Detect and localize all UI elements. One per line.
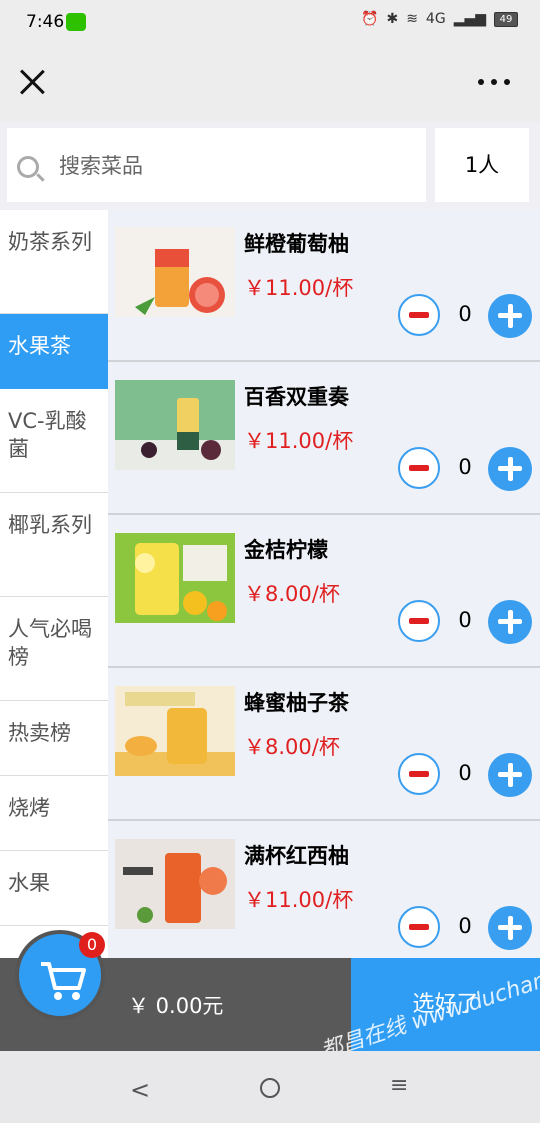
category-item-fruit[interactable]: 水果	[0, 851, 108, 926]
system-nav-bar: < ≡	[0, 1051, 540, 1123]
battery-icon: 49	[494, 11, 518, 27]
plus-button[interactable]	[488, 294, 532, 338]
search-input[interactable]	[57, 148, 421, 184]
product-price: ￥11.00/杯	[244, 276, 354, 300]
status-bar: 7:46 ⏰ ✱ ≋ 4G ▂▄▆ 49	[0, 0, 540, 44]
product-name: 金桔柠檬	[244, 538, 328, 562]
back-icon[interactable]: <	[130, 1076, 150, 1104]
product-price: ￥8.00/杯	[244, 735, 340, 759]
category-sidebar: 奶茶系列 水果茶 VC-乳酸菌 椰乳系列 人气必喝榜 热卖榜 烧烤 水果	[0, 210, 108, 960]
close-icon[interactable]	[18, 68, 46, 96]
quantity-value: 0	[458, 761, 472, 785]
status-icons: ⏰ ✱ ≋ 4G ▂▄▆ 49	[361, 11, 518, 27]
category-item-hot-sale[interactable]: 热卖榜	[0, 701, 108, 776]
cart-count-badge: 0	[79, 932, 105, 958]
product-image	[115, 380, 235, 470]
product-item[interactable]: 金桔柠檬 ￥8.00/杯 0	[108, 516, 540, 668]
minus-button[interactable]	[398, 600, 440, 642]
product-image	[115, 686, 235, 776]
category-item-bbq[interactable]: 烧烤	[0, 776, 108, 851]
product-image	[115, 839, 235, 929]
plus-button[interactable]	[488, 753, 532, 797]
product-name: 满杯红西柚	[244, 844, 349, 868]
minus-button[interactable]	[398, 447, 440, 489]
category-item-coconut[interactable]: 椰乳系列	[0, 493, 108, 597]
alarm-icon: ⏰	[361, 11, 379, 27]
home-icon[interactable]	[260, 1078, 280, 1098]
plus-button[interactable]	[488, 600, 532, 644]
product-image	[115, 533, 235, 623]
product-list: 鲜橙葡萄柚 ￥11.00/杯 0 百香双重奏 ￥11.00/杯 0 金桔柠檬 ￥…	[108, 210, 540, 960]
plus-button[interactable]	[488, 906, 532, 950]
product-name: 百香双重奏	[244, 385, 349, 409]
top-bar	[0, 44, 540, 122]
cart-icon	[41, 962, 86, 1000]
signal-icon: ▂▄▆	[453, 11, 486, 27]
more-icon[interactable]	[478, 79, 510, 85]
quantity-value: 0	[458, 455, 472, 479]
product-price: ￥11.00/杯	[244, 429, 354, 453]
product-name: 蜂蜜柚子茶	[244, 691, 349, 715]
product-price: ￥8.00/杯	[244, 582, 340, 606]
minus-button[interactable]	[398, 906, 440, 948]
cart-total: ￥ 0.00元	[128, 994, 224, 1018]
wifi-icon: ≋	[406, 11, 418, 27]
category-item-fruit-tea[interactable]: 水果茶	[0, 314, 108, 389]
network-label: 4G	[425, 11, 446, 27]
bluetooth-icon: ✱	[386, 11, 399, 27]
product-name: 鲜橙葡萄柚	[244, 232, 349, 256]
menu-icon[interactable]: ≡	[390, 1073, 408, 1098]
status-time: 7:46	[26, 12, 65, 32]
product-price: ￥11.00/杯	[244, 888, 354, 912]
category-item-popular[interactable]: 人气必喝榜	[0, 597, 108, 701]
category-item-milk-tea[interactable]: 奶茶系列	[0, 210, 108, 314]
product-item[interactable]: 满杯红西柚 ￥11.00/杯 0	[108, 822, 540, 960]
search-box[interactable]	[7, 128, 426, 202]
product-item[interactable]: 百香双重奏 ￥11.00/杯 0	[108, 363, 540, 515]
search-icon	[17, 156, 39, 178]
product-item[interactable]: 鲜橙葡萄柚 ￥11.00/杯 0	[108, 210, 540, 362]
people-count-button[interactable]: 1人	[435, 128, 529, 202]
quantity-value: 0	[458, 302, 472, 326]
minus-button[interactable]	[398, 753, 440, 795]
quantity-value: 0	[458, 914, 472, 938]
search-row: 1人	[0, 122, 540, 210]
plus-button[interactable]	[488, 447, 532, 491]
quantity-value: 0	[458, 608, 472, 632]
product-item[interactable]: 蜂蜜柚子茶 ￥8.00/杯 0	[108, 669, 540, 821]
minus-button[interactable]	[398, 294, 440, 336]
category-item-vc-lactic[interactable]: VC-乳酸菌	[0, 389, 108, 493]
wechat-icon	[66, 13, 86, 31]
product-image	[115, 227, 235, 317]
